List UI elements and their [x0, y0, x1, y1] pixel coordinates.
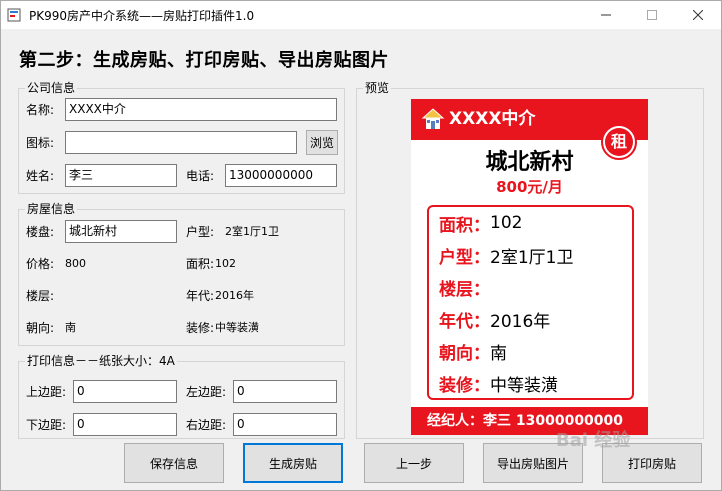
price-label: 价格:	[26, 257, 55, 271]
generate-poster-button[interactable]: 生成房贴	[243, 443, 343, 483]
app-icon	[7, 8, 21, 22]
poster-company-name: XXXX中介	[449, 109, 536, 129]
poster-row-key: 年代：	[439, 311, 490, 332]
group-legend: 预览	[363, 81, 392, 95]
poster-row: 户型： 2室1厅1卫	[439, 243, 574, 268]
company-name-label: 名称:	[26, 103, 55, 117]
company-name-input[interactable]: XXXX中介	[65, 98, 337, 121]
orientation-value: 南	[65, 321, 76, 334]
poster-row-key: 朝向：	[439, 343, 490, 364]
baidu-watermark: Bai 经验	[556, 430, 631, 451]
poster-row-key: 户型：	[439, 247, 490, 268]
previous-step-button[interactable]: 上一步	[364, 443, 464, 483]
poster-row: 楼层：	[439, 275, 490, 300]
poster-row: 朝向： 南	[439, 339, 507, 364]
price-value: 800	[65, 257, 86, 270]
minimize-icon	[601, 14, 611, 16]
phone-input[interactable]: 13000000000	[225, 164, 337, 187]
left-margin-input[interactable]: 0	[233, 380, 337, 403]
phone-label: 电话:	[186, 169, 215, 183]
poster-row-value: 2016年	[490, 311, 551, 332]
icon-path-input[interactable]	[65, 131, 297, 154]
poster-row-key: 面积：	[439, 215, 490, 236]
close-button[interactable]	[675, 1, 721, 29]
poster-row-key: 楼层：	[439, 279, 490, 300]
decoration-value: 中等装潢	[215, 321, 259, 334]
year-label: 年代:	[186, 289, 215, 303]
poster-estate-name: 城北新村	[485, 150, 574, 175]
area-label: 面积:	[186, 257, 215, 271]
estate-label: 楼盘:	[26, 225, 55, 239]
layout-value: 2室1厅1卫	[225, 225, 279, 238]
group-legend: 公司信息	[25, 81, 78, 95]
poster-row-value: 102	[490, 213, 523, 233]
window-title: PK990房产中介系统——房贴打印插件1.0	[29, 9, 255, 23]
maximize-button[interactable]	[629, 1, 675, 29]
estate-input[interactable]: 城北新村	[65, 220, 177, 243]
app-window: PK990房产中介系统——房贴打印插件1.0 第二步：生成房贴、打印房贴、导出房…	[0, 0, 722, 491]
floor-label: 楼层:	[26, 289, 55, 303]
close-icon	[693, 10, 703, 20]
poster-details-box: 面积： 102 户型： 2室1厅1卫 楼层： 年代： 2016年 朝向： 南 装…	[427, 205, 634, 400]
poster-price: 800元/月	[496, 178, 563, 196]
step-title: 第二步：生成房贴、打印房贴、导出房贴图片	[19, 50, 389, 71]
right-margin-input[interactable]: 0	[233, 413, 337, 436]
right-margin-label: 右边距:	[186, 418, 227, 432]
year-value: 2016年	[215, 289, 254, 302]
poster-row-key: 装修：	[439, 375, 490, 396]
save-info-button[interactable]: 保存信息	[124, 443, 224, 483]
bottom-margin-label: 下边距:	[26, 418, 67, 432]
poster-row-value: 中等装潢	[490, 375, 558, 396]
browse-button[interactable]: 浏览	[306, 130, 338, 155]
group-legend: 房屋信息	[25, 202, 78, 216]
poster-row-value: 2室1厅1卫	[490, 247, 574, 268]
top-margin-input[interactable]: 0	[73, 380, 177, 403]
orientation-label: 朝向:	[26, 321, 55, 335]
left-margin-label: 左边距:	[186, 385, 227, 399]
top-margin-label: 上边距:	[26, 385, 67, 399]
house-icon	[421, 108, 445, 129]
poster-row: 面积： 102	[439, 211, 523, 236]
area-value: 102	[215, 257, 236, 270]
icon-label: 图标:	[26, 136, 55, 150]
bottom-margin-input[interactable]: 0	[73, 413, 177, 436]
poster-preview: XXXX中介 租 城北新村 800元/月 面积： 102 户型： 2室1厅1卫 …	[411, 99, 648, 435]
poster-row-value: 南	[490, 343, 507, 364]
poster-row: 年代： 2016年	[439, 307, 551, 332]
title-bar[interactable]: PK990房产中介系统——房贴打印插件1.0	[1, 1, 721, 29]
maximize-icon	[647, 10, 657, 20]
poster-row: 装修： 中等装潢	[439, 371, 558, 396]
group-legend: 打印信息－－纸张大小：4A	[25, 354, 177, 368]
contact-name-input[interactable]: 李三	[65, 164, 177, 187]
decoration-label: 装修:	[186, 321, 215, 335]
minimize-button[interactable]	[583, 1, 629, 29]
layout-label: 户型:	[186, 225, 215, 239]
contact-name-label: 姓名:	[26, 169, 55, 183]
